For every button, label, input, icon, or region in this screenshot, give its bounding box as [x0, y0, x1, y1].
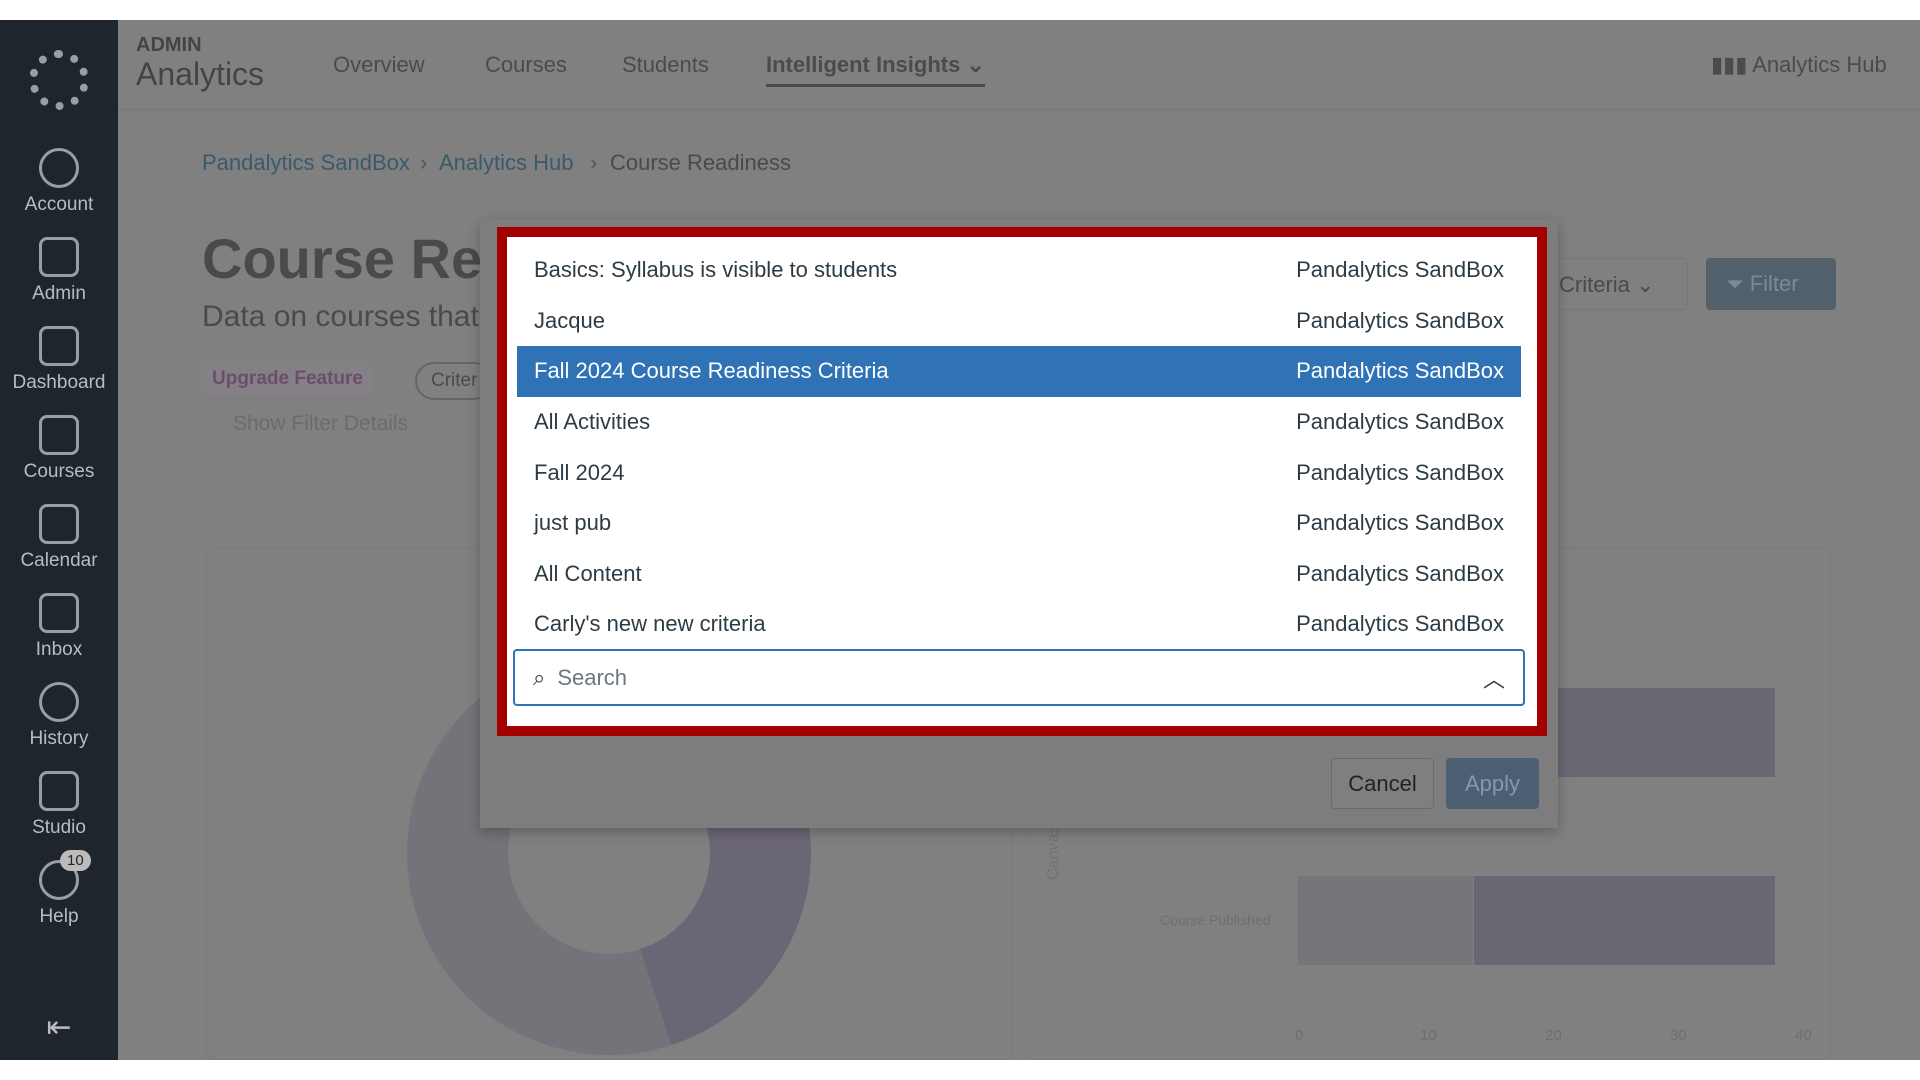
show-filter-details-link[interactable]: Show Filter Details: [233, 412, 408, 436]
dashboard-icon: [39, 326, 79, 366]
canvas-logo[interactable]: [29, 50, 89, 110]
x-tick-label: 40: [1795, 1027, 1812, 1044]
chevron-up-icon[interactable]: ︿: [1483, 662, 1505, 694]
breadcrumb-current: Course Readiness: [610, 150, 791, 175]
hub-label: Analytics Hub: [1752, 52, 1887, 77]
x-tick-label: 0: [1295, 1027, 1304, 1044]
option-account: Pandalytics SandBox: [1296, 611, 1504, 637]
sidebar-item-label: History: [29, 728, 89, 749]
tab-courses[interactable]: Courses: [485, 52, 567, 78]
chevron-right-icon: ›: [420, 150, 428, 175]
option-name: Fall 2024: [534, 459, 625, 485]
page-subtitle: Data on courses that: [202, 300, 479, 333]
notification-badge: 10: [60, 850, 91, 871]
chevron-down-icon: ⌄: [966, 52, 985, 77]
sidebar-item-label: Studio: [32, 817, 86, 838]
sidebar-item-label: Dashboard: [12, 372, 106, 393]
sidebar-item-calendar[interactable]: Calendar: [0, 504, 118, 572]
bar-segment: [1298, 876, 1473, 965]
criteria-option[interactable]: Fall 2024 Pandalytics SandBox: [517, 447, 1521, 498]
filter-button[interactable]: ⏷ Filter: [1706, 258, 1836, 310]
breadcrumb-account[interactable]: Pandalytics SandBox: [202, 150, 410, 176]
criteria-select[interactable]: Criteria ⌄: [1548, 258, 1688, 310]
option-account: Pandalytics SandBox: [1296, 510, 1504, 536]
app-title: Analytics: [136, 56, 265, 92]
calendar-icon: [39, 504, 79, 544]
tab-students[interactable]: Students: [622, 52, 709, 78]
criteria-option[interactable]: just pub Pandalytics SandBox: [517, 498, 1521, 549]
filter-label: Filter: [1749, 271, 1799, 296]
option-account: Pandalytics SandBox: [1296, 358, 1504, 384]
sidebar-item-history[interactable]: History: [0, 682, 118, 750]
account-icon: [39, 148, 79, 188]
criteria-option[interactable]: Basics: Syllabus is visible to students P…: [517, 245, 1521, 296]
option-account: Pandalytics SandBox: [1296, 459, 1504, 485]
bar-row-label: Course Published: [1160, 912, 1271, 928]
criteria-option[interactable]: Jacque Pandalytics SandBox: [517, 296, 1521, 347]
option-name: Basics: Syllabus is visible to students: [534, 257, 898, 283]
analytics-hub-link[interactable]: ▮▮▮ Analytics Hub: [1711, 52, 1887, 78]
apply-button[interactable]: Apply: [1446, 758, 1539, 809]
courses-icon: [39, 415, 79, 455]
x-tick-label: 10: [1420, 1027, 1437, 1044]
tab-intelligent-insights[interactable]: Intelligent Insights ⌄: [766, 52, 985, 87]
option-name: All Content: [534, 560, 642, 586]
chevron-right-icon: ›: [590, 150, 598, 175]
sidebar-item-help[interactable]: Help 10: [0, 850, 118, 928]
option-account: Pandalytics SandBox: [1296, 560, 1504, 586]
sidebar-item-label: Admin: [32, 283, 86, 304]
sidebar-item-label: Calendar: [20, 550, 98, 571]
sidebar-item-label: Account: [24, 194, 94, 215]
sidebar-item-account[interactable]: Account: [0, 148, 118, 216]
collapse-nav-icon[interactable]: ⇤: [0, 1010, 118, 1045]
inbox-icon: [39, 593, 79, 633]
option-account: Pandalytics SandBox: [1296, 409, 1504, 435]
studio-icon: [39, 771, 79, 811]
criteria-option[interactable]: All Content Pandalytics SandBox: [517, 549, 1521, 600]
admin-label: ADMIN: [136, 34, 202, 56]
criteria-select-label: Criteria: [1559, 272, 1630, 297]
x-tick-label: 30: [1670, 1027, 1687, 1044]
option-name: Fall 2024 Course Readiness Criteria: [534, 358, 889, 384]
breadcrumb-hub[interactable]: Analytics Hub: [439, 150, 574, 176]
sidebar-item-studio[interactable]: Studio: [0, 771, 118, 839]
criteria-listbox: Basics: Syllabus is visible to students P…: [517, 245, 1521, 650]
cancel-button[interactable]: Cancel: [1331, 758, 1434, 809]
admin-icon: [39, 237, 79, 277]
option-name: Carly's new new criteria: [534, 611, 766, 637]
upgrade-feature-badge[interactable]: Upgrade Feature: [202, 362, 373, 396]
sidebar-item-inbox[interactable]: Inbox: [0, 593, 118, 661]
filter-icon: ⏷: [1726, 271, 1744, 296]
sidebar-item-label: Help: [39, 906, 79, 927]
sidebar-item-admin[interactable]: Admin: [0, 237, 118, 305]
sidebar-item-label: Courses: [23, 461, 95, 482]
bar-segment: [1474, 876, 1775, 965]
page-title: Course Rea: [202, 227, 514, 290]
tab-label: Intelligent Insights: [766, 52, 961, 77]
option-account: Pandalytics SandBox: [1296, 257, 1504, 283]
search-placeholder: Search: [557, 664, 628, 690]
history-icon: [39, 682, 79, 722]
sidebar-item-courses[interactable]: Courses: [0, 415, 118, 483]
sidebar-item-dashboard[interactable]: Dashboard: [0, 326, 118, 394]
criteria-search-input[interactable]: ⌕ Search ︿: [513, 649, 1525, 706]
search-icon: ⌕: [533, 664, 546, 690]
highlight-box: Basics: Syllabus is visible to students P…: [497, 227, 1547, 736]
criteria-option[interactable]: Fall 2024 Course Readiness Criteria Panda…: [517, 346, 1521, 397]
option-account: Pandalytics SandBox: [1296, 307, 1504, 333]
option-name: Jacque: [534, 307, 605, 333]
option-name: just pub: [534, 510, 612, 536]
tab-overview[interactable]: Overview: [333, 52, 425, 78]
sidebar-item-label: Inbox: [35, 639, 83, 660]
criteria-option[interactable]: Carly's new new criteria Pandalytics Sand…: [517, 599, 1521, 650]
x-tick-label: 20: [1545, 1027, 1562, 1044]
criteria-option[interactable]: All Activities Pandalytics SandBox: [517, 397, 1521, 448]
y-axis-label: Canvas: [1045, 825, 1062, 880]
option-name: All Activities: [534, 409, 651, 435]
